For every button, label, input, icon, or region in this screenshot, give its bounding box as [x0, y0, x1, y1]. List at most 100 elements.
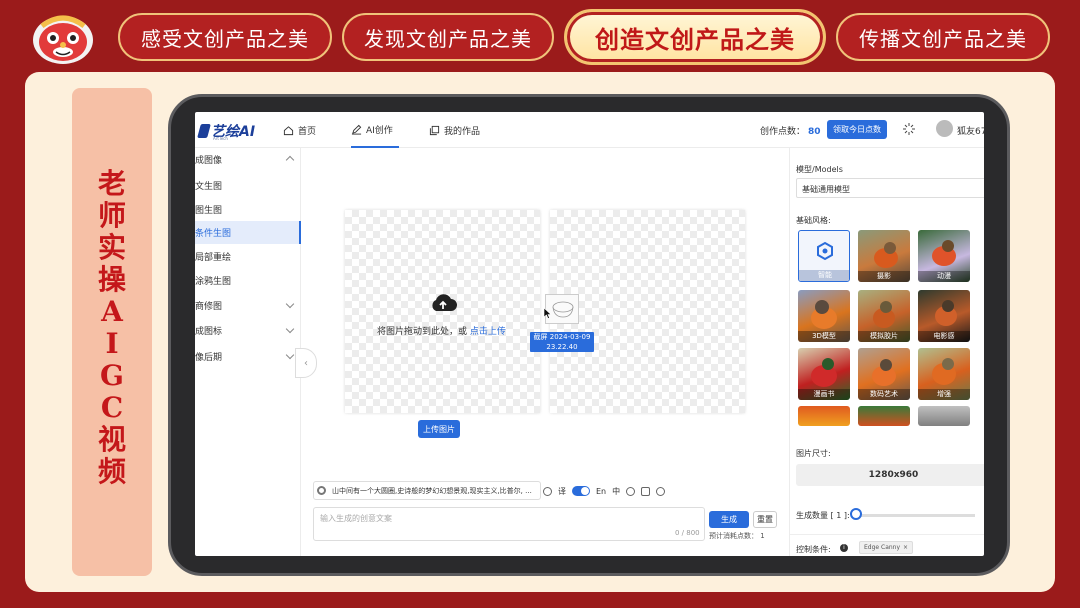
- nav-home[interactable]: 首页: [283, 112, 316, 148]
- style-more[interactable]: [858, 406, 910, 426]
- generate-button[interactable]: 生成: [709, 511, 749, 528]
- lang-zh-button[interactable]: 中: [612, 486, 620, 497]
- avatar[interactable]: [936, 120, 953, 137]
- banner-char: 操: [97, 263, 126, 296]
- style-caption: 电影感: [918, 331, 970, 342]
- style-label: 基础风格:: [796, 216, 831, 225]
- banner-char: 老: [97, 167, 126, 200]
- count-slider-handle[interactable]: [850, 508, 862, 520]
- collapse-sidebar-button[interactable]: ‹: [295, 348, 317, 378]
- upload-image-button[interactable]: 上传图片: [418, 420, 460, 438]
- reset-button[interactable]: 重置: [753, 511, 777, 528]
- menu-label: 成图像: [195, 156, 223, 166]
- share-icon[interactable]: [641, 486, 651, 496]
- click-upload-link[interactable]: 点击上传: [470, 327, 506, 337]
- timestamp-line2: 23.22.40: [546, 343, 578, 351]
- style-enhance[interactable]: 增强: [918, 348, 970, 400]
- menu-item-image-to-image[interactable]: 图生图: [195, 198, 301, 221]
- style-caption: 模拟胶片: [858, 331, 910, 342]
- nav-my-works[interactable]: 我的作品: [429, 112, 480, 148]
- style-caption: 3D模型: [798, 331, 850, 342]
- count-label: 生成数量 [ 1 ]:: [796, 511, 850, 520]
- banner-char: 频: [97, 455, 126, 488]
- style-caption: 漫画书: [798, 389, 850, 400]
- banner-char: G: [100, 359, 124, 392]
- style-caption: 摄影: [858, 271, 910, 282]
- char-counter: 0 / 800: [675, 529, 700, 537]
- points-label: 创作点数：: [760, 127, 806, 137]
- menu-label: 局部重绘: [195, 253, 232, 263]
- translate-toggle[interactable]: [572, 486, 590, 496]
- home-icon: [283, 125, 294, 135]
- prompt-suggestion[interactable]: 山中间有一个大圆圈,史诗般的梦幻幻想景观,现实主义,比普尔, ...: [313, 481, 541, 500]
- banner-char: 师: [97, 199, 126, 232]
- clear-icon[interactable]: [543, 486, 552, 496]
- pen-icon: [351, 124, 362, 135]
- chevron-up-icon: [285, 155, 295, 165]
- style-more[interactable]: [798, 406, 850, 426]
- timestamp-line1: 截屏 2024-03-09: [533, 333, 591, 341]
- zoom-icon[interactable]: [626, 486, 636, 496]
- model-label: 模型/Models: [796, 165, 843, 174]
- model-select[interactable]: 基础通用模型: [796, 178, 984, 198]
- lang-en-button[interactable]: En: [596, 487, 606, 496]
- mouse-cursor-icon: [544, 308, 552, 319]
- style-caption: 动漫: [918, 271, 970, 282]
- banner-char: C: [100, 391, 124, 424]
- prompt-input[interactable]: 输入生成的创意文案: [313, 507, 705, 541]
- username[interactable]: 狐友67: [957, 124, 984, 137]
- style-comic[interactable]: 漫画书: [798, 348, 850, 400]
- app-logo[interactable]: 艺绘AI ArtTech: [197, 121, 255, 141]
- app-screen: 艺绘AI ArtTech 首页 AI创作 我的作品 创作点数： 80 领取今日点数…: [195, 112, 984, 556]
- tab-discover[interactable]: 发现文创产品之美: [342, 13, 554, 61]
- close-icon[interactable]: ×: [903, 544, 908, 551]
- tab-create[interactable]: 创造文创产品之美: [564, 9, 826, 65]
- menu-group-postprocess[interactable]: 像后期: [195, 345, 301, 368]
- image-size-option[interactable]: 1280x960: [796, 464, 984, 486]
- menu-label: 文生图: [195, 182, 223, 192]
- control-label: 控制条件:: [796, 545, 831, 554]
- nav-ai-create-label: AI创作: [366, 125, 393, 136]
- screenshot-timestamp: 截屏 2024-03-09 23.22.40: [530, 332, 594, 352]
- menu-label: 图生图: [195, 206, 223, 216]
- control-tag[interactable]: Edge Canny ×: [859, 541, 914, 554]
- menu-item-scribble[interactable]: 涂鸦生图: [195, 269, 301, 292]
- info-icon[interactable]: i: [840, 544, 848, 552]
- menu-item-conditional[interactable]: 条件生图: [195, 221, 301, 244]
- style-caption: 智能: [799, 270, 849, 281]
- theme-toggle-icon[interactable]: [902, 122, 916, 136]
- control-tag-label: Edge Canny: [864, 544, 901, 551]
- banner-char: 实: [97, 231, 126, 264]
- style-caption: 数码艺术: [858, 389, 910, 400]
- menu-group-generate[interactable]: 成图像: [195, 148, 301, 171]
- style-more[interactable]: [918, 406, 970, 426]
- menu-item-text-to-image[interactable]: 文生图: [195, 174, 301, 197]
- tab-feel[interactable]: 感受文创产品之美: [118, 13, 332, 61]
- menu-label: 商修图: [195, 302, 223, 312]
- cloud-upload-icon: [432, 294, 457, 311]
- style-photo[interactable]: 摄影: [858, 230, 910, 282]
- chevron-down-icon: [285, 324, 295, 334]
- style-film[interactable]: 模拟胶片: [858, 290, 910, 342]
- style-3d[interactable]: 3D模型: [798, 290, 850, 342]
- points-display: 创作点数： 80: [760, 124, 821, 137]
- menu-item-inpaint[interactable]: 局部重绘: [195, 245, 301, 268]
- count-slider-track[interactable]: [858, 514, 975, 517]
- nav-ai-create[interactable]: AI创作: [351, 112, 399, 148]
- style-smart[interactable]: 智能: [798, 230, 850, 282]
- menu-label: 条件生图: [195, 229, 232, 239]
- tab-spread[interactable]: 传播文创产品之美: [836, 13, 1050, 61]
- style-anime[interactable]: 动漫: [918, 230, 970, 282]
- style-caption: 增强: [918, 389, 970, 400]
- banner-char: 视: [97, 423, 126, 456]
- style-cinematic[interactable]: 电影感: [918, 290, 970, 342]
- menu-group-icon[interactable]: 成图标: [195, 319, 301, 342]
- history-icon[interactable]: [656, 486, 666, 496]
- lion-mascot-icon: [33, 15, 93, 64]
- chevron-down-icon: [285, 350, 295, 360]
- get-daily-points-button[interactable]: 领取今日点数: [827, 120, 887, 139]
- translate-label: 译: [558, 486, 566, 496]
- menu-group-retouch[interactable]: 商修图: [195, 294, 301, 317]
- style-digital-art[interactable]: 数码艺术: [858, 348, 910, 400]
- smart-style-icon: [817, 241, 833, 261]
